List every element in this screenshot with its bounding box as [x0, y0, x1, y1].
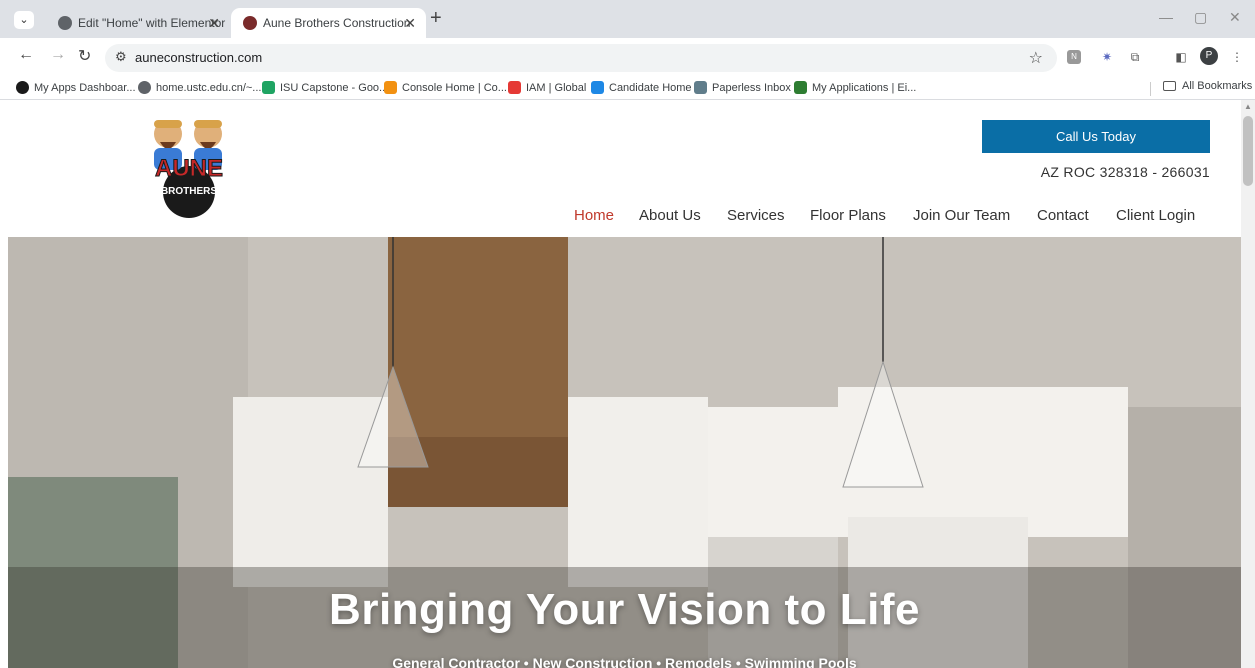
bookmark-label: My Apps Dashboar... — [34, 82, 136, 94]
bookmark-label: Candidate Home — [609, 82, 692, 94]
globe-icon — [58, 16, 72, 30]
close-tab-icon[interactable]: ✕ — [404, 8, 416, 38]
site-logo[interactable]: AUNE BROTHERS — [138, 112, 240, 220]
bookmark-item[interactable]: Candidate Home — [591, 80, 692, 96]
nav-client-login[interactable]: Client Login — [1116, 207, 1195, 224]
web-page: AUNE BROTHERS Call Us Today AZ ROC 32831… — [0, 100, 1255, 668]
nav-services[interactable]: Services — [727, 207, 785, 224]
bookmark-favicon-icon — [694, 81, 707, 94]
extensions-puzzle-icon[interactable]: ⧉ — [1126, 48, 1144, 66]
hero-title: Bringing Your Vision to Life — [329, 585, 920, 634]
forward-icon[interactable]: → — [50, 46, 66, 64]
scrollbar-thumb[interactable] — [1243, 116, 1253, 186]
more-menu-icon[interactable]: ⋮ — [1228, 48, 1246, 66]
bookmark-favicon-icon — [138, 81, 151, 94]
new-tab-icon[interactable]: + — [430, 7, 442, 30]
bookmark-item[interactable]: Paperless Inbox — [694, 80, 791, 96]
tab-title: Aune Brothers Construction — [263, 16, 411, 30]
site-info-icon[interactable]: ⚙ — [115, 49, 127, 65]
bookmark-item[interactable]: ISU Capstone - Goo... — [262, 80, 388, 96]
nav-floor-plans[interactable]: Floor Plans — [810, 207, 886, 224]
extension-icon[interactable]: ✷ — [1098, 48, 1116, 66]
bookmark-label: My Applications | Ei... — [812, 82, 917, 94]
restore-icon[interactable]: ▢ — [1194, 9, 1207, 26]
bookmark-favicon-icon — [16, 81, 29, 94]
bookmark-item[interactable]: My Apps Dashboar... — [16, 80, 136, 96]
license-number: AZ ROC 328318 - 266031 — [1040, 164, 1210, 180]
bookmark-favicon-icon — [262, 81, 275, 94]
bookmark-item[interactable]: home.ustc.edu.cn/~... — [138, 80, 261, 96]
bookmark-star-icon[interactable]: ☆ — [1029, 48, 1043, 68]
bookmark-favicon-icon — [384, 81, 397, 94]
bookmark-favicon-icon — [591, 81, 604, 94]
page-scrollbar[interactable]: ▲ — [1241, 100, 1255, 668]
browser-toolbar: ← → ↻ ⚙ auneconstruction.com ☆ N ✷ ⧉ ◧ ⋮ — [0, 38, 1255, 78]
svg-text:AUNE: AUNE — [155, 155, 223, 182]
side-panel-icon[interactable]: ◧ — [1172, 48, 1190, 66]
minimize-icon[interactable]: — — [1159, 9, 1173, 25]
bookmark-item[interactable]: My Applications | Ei... — [794, 80, 916, 96]
bookmark-label: ISU Capstone - Goo... — [280, 82, 389, 94]
bookmark-label: Paperless Inbox — [712, 82, 791, 94]
tab-search-menu-icon[interactable]: ⌄ — [14, 11, 34, 29]
nav-join-our-team[interactable]: Join Our Team — [913, 207, 1010, 224]
hero-banner: Bringing Your Vision to Life General Con… — [8, 237, 1241, 668]
browser-tab-strip: ⌄ Edit "Home" with Elementor ✕ Aune Brot… — [0, 0, 1255, 38]
url-text: auneconstruction.com — [135, 50, 263, 65]
back-icon[interactable]: ← — [18, 46, 34, 64]
bookmarks-divider — [1150, 82, 1151, 96]
nav-contact[interactable]: Contact — [1037, 207, 1089, 224]
reload-icon[interactable]: ↻ — [78, 46, 91, 66]
hero-subtitle: General Contractor • New Construction • … — [392, 655, 857, 668]
all-bookmarks-button[interactable]: All Bookmarks — [1163, 80, 1252, 92]
bookmarks-bar: My Apps Dashboar... home.ustc.edu.cn/~..… — [0, 78, 1255, 100]
address-bar[interactable]: ⚙ auneconstruction.com ☆ — [105, 44, 1057, 72]
bookmark-item[interactable]: IAM | Global — [508, 80, 586, 96]
nav-about-us[interactable]: About Us — [639, 207, 701, 224]
bookmark-favicon-icon — [508, 81, 521, 94]
site-favicon-icon — [243, 16, 257, 30]
bookmark-favicon-icon — [794, 81, 807, 94]
tab-aune-brothers[interactable]: Aune Brothers Construction ✕ — [231, 8, 426, 38]
bookmark-label: Console Home | Co... — [402, 82, 507, 94]
scroll-up-icon[interactable]: ▲ — [1244, 102, 1252, 111]
svg-text:BROTHERS: BROTHERS — [161, 186, 217, 197]
folder-icon — [1163, 81, 1176, 92]
nav-home[interactable]: Home — [574, 207, 614, 224]
window-close-icon[interactable]: ✕ — [1229, 9, 1241, 26]
tab-title: Edit "Home" with Elementor — [78, 16, 226, 30]
bookmark-label: home.ustc.edu.cn/~... — [156, 82, 262, 94]
profile-avatar[interactable]: P — [1200, 47, 1218, 65]
tab-edit-home[interactable]: Edit "Home" with Elementor ✕ — [46, 8, 230, 38]
bookmark-label: IAM | Global — [526, 82, 587, 94]
bookmark-item[interactable]: Console Home | Co... — [384, 80, 507, 96]
call-us-today-button[interactable]: Call Us Today — [982, 120, 1210, 153]
close-tab-icon[interactable]: ✕ — [208, 8, 220, 38]
all-bookmarks-label: All Bookmarks — [1182, 80, 1253, 92]
extension-icon[interactable]: N — [1067, 50, 1081, 64]
